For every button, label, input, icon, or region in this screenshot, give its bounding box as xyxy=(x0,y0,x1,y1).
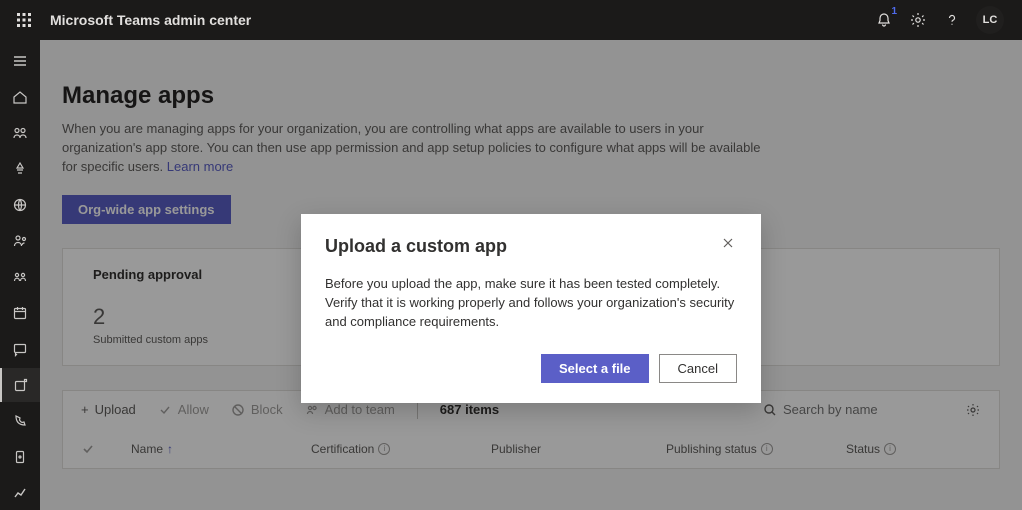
select-file-button[interactable]: Select a file xyxy=(541,354,649,383)
nav-meetings-icon[interactable] xyxy=(0,260,40,294)
cancel-button[interactable]: Cancel xyxy=(659,354,737,383)
nav-home-icon[interactable] xyxy=(0,80,40,114)
avatar[interactable]: LC xyxy=(976,6,1004,34)
side-nav xyxy=(0,40,40,510)
nav-policy-icon[interactable] xyxy=(0,440,40,474)
nav-apps-icon[interactable] xyxy=(0,368,40,402)
notifications-icon[interactable]: 1 xyxy=(874,10,894,30)
app-launcher-icon[interactable] xyxy=(8,4,40,36)
nav-voice-icon[interactable] xyxy=(0,404,40,438)
settings-icon[interactable] xyxy=(908,10,928,30)
nav-menu-icon[interactable] xyxy=(0,44,40,78)
nav-messaging-icon[interactable] xyxy=(0,332,40,366)
modal-overlay: Upload a custom app Before you upload th… xyxy=(40,40,1022,510)
app-title: Microsoft Teams admin center xyxy=(50,12,874,28)
dialog-body: Before you upload the app, make sure it … xyxy=(325,275,737,332)
nav-teams-icon[interactable] xyxy=(0,116,40,150)
nav-analytics-icon[interactable] xyxy=(0,476,40,510)
help-icon[interactable] xyxy=(942,10,962,30)
main-content: Manage apps When you are managing apps f… xyxy=(40,40,1022,510)
nav-calendar-icon[interactable] xyxy=(0,296,40,330)
nav-devices-icon[interactable] xyxy=(0,152,40,186)
nav-users-icon[interactable] xyxy=(0,224,40,258)
upload-dialog: Upload a custom app Before you upload th… xyxy=(301,214,761,403)
dialog-title: Upload a custom app xyxy=(325,236,721,257)
global-header: Microsoft Teams admin center 1 LC xyxy=(0,0,1022,40)
nav-locations-icon[interactable] xyxy=(0,188,40,222)
close-icon[interactable] xyxy=(721,236,737,252)
notification-badge: 1 xyxy=(888,6,900,17)
